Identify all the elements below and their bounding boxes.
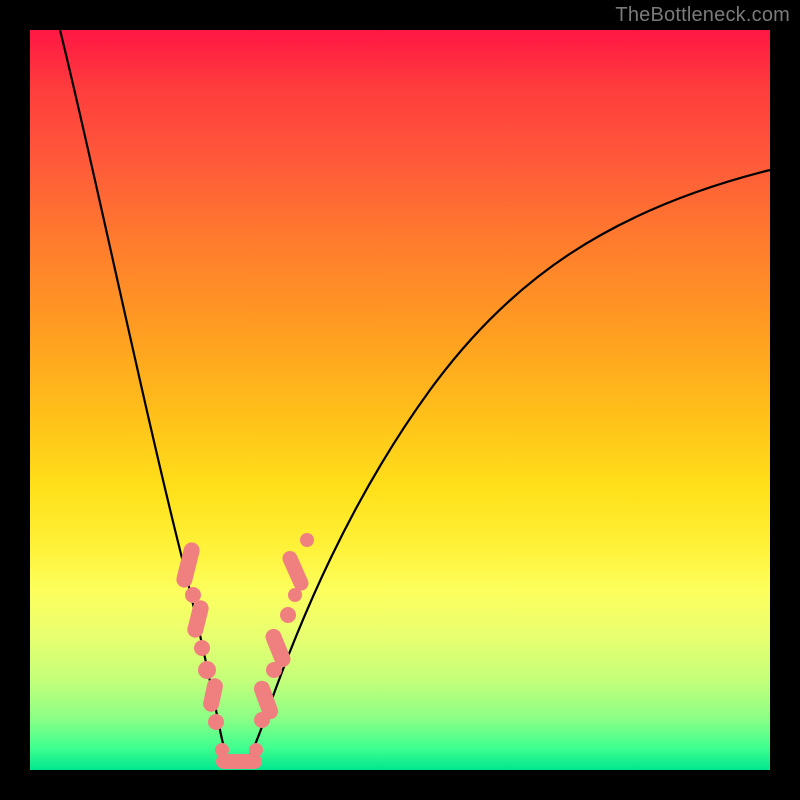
bottom-dots <box>215 743 263 769</box>
bottleneck-curve <box>60 30 770 768</box>
watermark-text: TheBottleneck.com <box>615 4 790 27</box>
chart-svg <box>30 30 770 770</box>
chart-frame: TheBottleneck.com <box>0 0 800 800</box>
plot-area <box>30 30 770 770</box>
left-arm-dots <box>175 541 225 730</box>
right-arm-dots <box>252 533 314 728</box>
